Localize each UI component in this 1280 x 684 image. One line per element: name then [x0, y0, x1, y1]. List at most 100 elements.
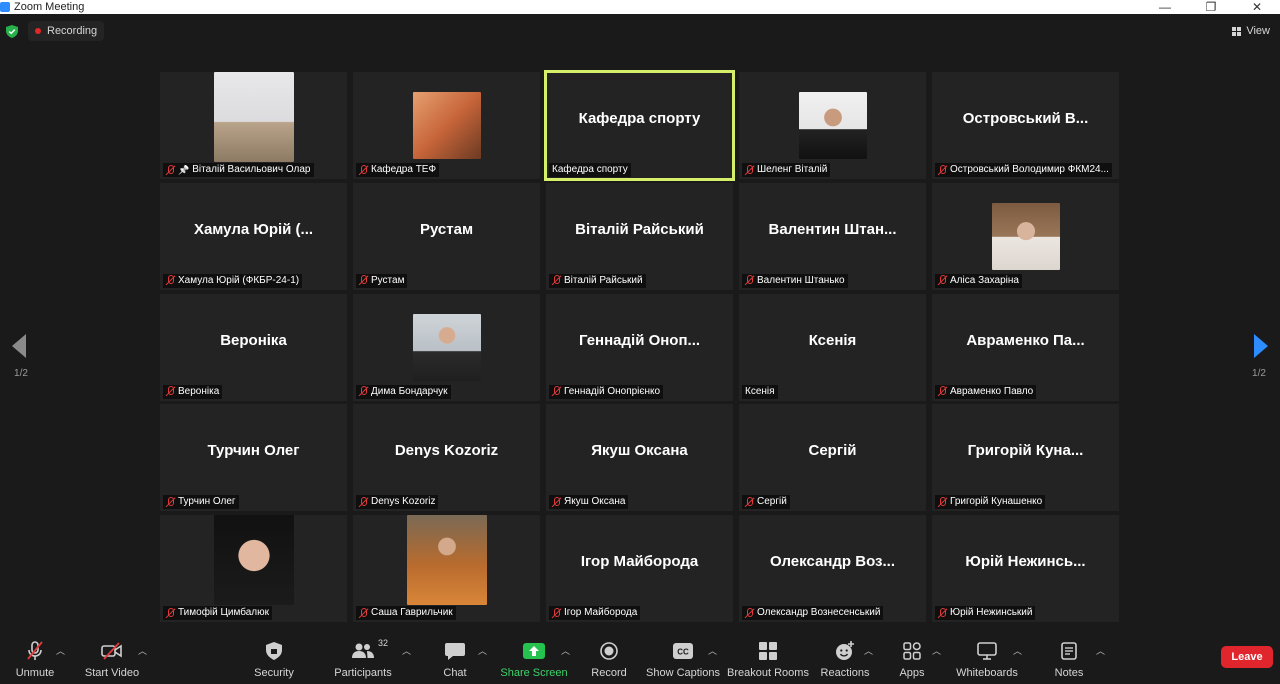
svg-text:CC: CC — [677, 648, 689, 657]
recording-indicator[interactable]: Recording — [28, 21, 105, 41]
muted-mic-icon — [359, 386, 368, 397]
participant-display-name: Островський В... — [962, 110, 1089, 127]
reactions-options-caret-icon[interactable]: ︿ — [864, 644, 873, 657]
participant-name-text: Юрій Нежинський — [950, 607, 1033, 619]
participant-tile[interactable]: Тимофій Цимбалюк — [160, 515, 347, 623]
participant-display-name: Якуш Оксана — [591, 442, 688, 460]
participant-tile[interactable]: Саша Гаврильчик — [353, 515, 540, 623]
participant-name-label: Турчин Олег — [163, 495, 239, 510]
muted-mic-icon — [552, 496, 561, 508]
participant-tile[interactable]: Олександр Воз... Олександр Вознесенський — [739, 515, 926, 623]
participant-tile[interactable]: Віталій Райський Віталій Райський — [546, 182, 733, 290]
participant-tile[interactable]: Островський В... Островський Володимир ФК… — [932, 72, 1119, 179]
show-captions-label: Show Captions — [646, 667, 720, 679]
participant-tile[interactable]: Рустам Рустам — [353, 182, 540, 290]
participants-options-caret-icon[interactable]: ︿ — [402, 644, 411, 657]
apps-button[interactable]: Apps — [896, 636, 928, 684]
breakout-rooms-button[interactable]: Breakout Rooms — [727, 636, 809, 684]
arrow-right-icon — [1254, 334, 1268, 358]
participant-tile[interactable]: 📌 Віталій Васильович Олар — [160, 72, 347, 179]
participant-name-label: Віталій Райський — [549, 273, 646, 288]
reactions-button[interactable]: Reactions — [820, 636, 870, 684]
view-button[interactable]: View — [1232, 23, 1270, 39]
participant-name-label: Юрій Нежинський — [935, 606, 1036, 621]
whiteboards-button[interactable]: Whiteboards — [956, 636, 1018, 684]
participant-tile[interactable]: Шеленг Віталій — [739, 72, 926, 179]
participant-name-text: Шеленг Віталій — [757, 164, 828, 175]
next-page-button[interactable]: 1/2 — [1244, 332, 1274, 382]
notes-options-caret-icon[interactable]: ︿ — [1096, 644, 1105, 657]
participant-name-label: Рустам — [356, 273, 408, 288]
participant-name-label: Хамула Юрій (ФКБР-24-1) — [163, 273, 303, 288]
participant-tile[interactable]: Григорій Куна... Григорій Кунашенко — [932, 404, 1119, 512]
participant-name-label: Тимофій Цимбалюк — [163, 606, 273, 621]
participant-display-name: Сергій — [808, 442, 857, 460]
participant-tile[interactable]: Кафедра спорту Кафедра спорту — [544, 70, 735, 181]
participant-tile[interactable]: Дима Бондарчук — [353, 293, 540, 401]
participant-tile[interactable]: Ксенія Ксенія — [739, 293, 926, 401]
participant-tile[interactable]: Вероніка Вероніка — [160, 293, 347, 401]
encryption-shield-icon[interactable] — [6, 25, 18, 38]
share-options-caret-icon[interactable]: ︿ — [561, 644, 570, 657]
share-screen-button[interactable]: Share Screen — [500, 636, 568, 684]
zoom-logo-icon — [0, 2, 10, 12]
participant-name-text: Дима Бондарчук — [371, 385, 448, 397]
participant-tile[interactable]: Якуш Оксана Якуш Оксана — [546, 404, 733, 512]
participant-tile[interactable]: Геннадій Оноп... Геннадій Онопрієнко — [546, 293, 733, 401]
meeting-topbar: Recording View — [0, 14, 1280, 48]
participant-name-label: Аліса Захаріна — [935, 273, 1022, 288]
participants-label: Participants — [334, 667, 392, 679]
participant-gallery: 📌 Віталій Васильович Олар Кафедра ТЕФ Кафед… — [160, 70, 1119, 623]
participant-tile[interactable]: Турчин Олег Турчин Олег — [160, 404, 347, 512]
reactions-emoji-icon — [834, 640, 856, 662]
minimize-button[interactable]: — — [1142, 0, 1188, 14]
participant-tile[interactable]: Юрій Нежинсь... Юрій Нежинський — [932, 515, 1119, 623]
window-titlebar: Zoom Meeting — ❐ ✕ — [0, 0, 1280, 14]
participant-tile[interactable]: Ігор Майборода Ігор Майборода — [546, 515, 733, 623]
chat-button[interactable]: Chat — [440, 636, 470, 684]
participant-tile[interactable]: Авраменко Па... Авраменко Павло — [932, 293, 1119, 401]
participant-video-thumbnail — [798, 92, 867, 159]
notes-button[interactable]: Notes — [1052, 636, 1086, 684]
recording-label: Recording — [47, 25, 98, 37]
participants-button[interactable]: 32 Participants — [334, 636, 392, 684]
whiteboards-options-caret-icon[interactable]: ︿ — [1013, 644, 1022, 657]
apps-label: Apps — [899, 667, 925, 679]
restore-button[interactable]: ❐ — [1188, 0, 1234, 14]
participant-display-name: Кафедра спорту — [578, 110, 701, 127]
participant-tile[interactable]: Аліса Захаріна — [932, 182, 1119, 290]
participant-video-thumbnail — [213, 515, 294, 606]
participant-name-label: Вероніка — [163, 384, 223, 399]
participant-tile[interactable]: Хамула Юрій (... Хамула Юрій (ФКБР-24-1) — [160, 182, 347, 290]
muted-mic-icon — [166, 496, 175, 508]
video-options-caret-icon[interactable]: ︿ — [138, 644, 147, 657]
participant-display-name: Віталій Райський — [575, 220, 704, 238]
participant-tile[interactable]: Валентин Штан... Валентин Штанько — [739, 182, 926, 290]
participant-display-name: Григорій Куна... — [967, 442, 1084, 460]
reactions-label: Reactions — [820, 667, 870, 679]
close-button[interactable]: ✕ — [1234, 0, 1280, 14]
record-button[interactable]: Record — [590, 636, 628, 684]
participant-name-label: Ксенія — [742, 384, 778, 399]
participant-video-thumbnail — [213, 72, 294, 162]
apps-options-caret-icon[interactable]: ︿ — [932, 644, 941, 657]
unmute-button[interactable]: Unmute — [12, 636, 58, 684]
muted-mic-icon — [745, 275, 754, 286]
participant-tile[interactable]: Кафедра ТЕФ — [353, 72, 540, 179]
previous-page-button[interactable]: 1/2 — [6, 332, 36, 382]
chat-options-caret-icon[interactable]: ︿ — [478, 644, 487, 657]
start-video-button[interactable]: Start Video — [84, 636, 140, 684]
muted-mic-icon — [166, 164, 175, 176]
captions-options-caret-icon[interactable]: ︿ — [708, 644, 717, 657]
leave-button[interactable]: Leave — [1221, 646, 1273, 668]
muted-mic-icon — [359, 607, 368, 619]
next-page-indicator: 1/2 — [1252, 368, 1266, 379]
participant-name-label: Саша Гаврильчик — [356, 606, 456, 621]
participant-display-name: Denys Kozoriz — [394, 442, 499, 460]
participant-tile[interactable]: Denys Kozoriz Denys Kozoriz — [353, 404, 540, 512]
audio-options-caret-icon[interactable]: ︿ — [56, 644, 65, 657]
participant-tile[interactable]: Сергій Сергій — [739, 404, 926, 512]
record-icon — [598, 640, 620, 662]
participant-name-text: Олександр Вознесенський — [757, 607, 881, 619]
security-button[interactable]: Security — [252, 636, 296, 684]
